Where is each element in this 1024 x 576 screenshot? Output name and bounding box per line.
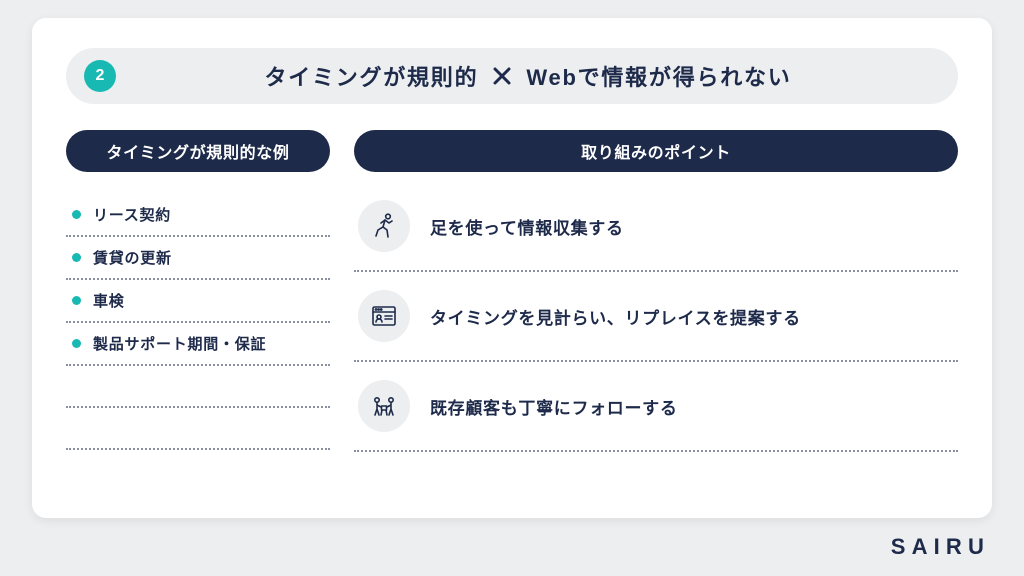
number-badge: 2 bbox=[84, 60, 116, 92]
left-header-pill: タイミングが規則的な例 bbox=[66, 130, 330, 172]
empty-row bbox=[66, 366, 330, 408]
empty-row bbox=[66, 408, 330, 450]
browser-window-icon bbox=[358, 290, 410, 342]
list-item: 既存顧客も丁寧にフォローする bbox=[354, 362, 958, 452]
list-item: 足を使って情報収集する bbox=[354, 194, 958, 272]
empty-rows bbox=[66, 366, 330, 450]
right-header-text: 取り組みのポイント bbox=[581, 139, 731, 163]
list-item: 車検 bbox=[66, 280, 330, 323]
list-item: リース契約 bbox=[66, 194, 330, 237]
bullet-icon bbox=[72, 339, 81, 348]
bullet-icon bbox=[72, 296, 81, 305]
title-bar: 2 タイミングが規則的 Webで情報が得られない bbox=[66, 48, 958, 104]
list-item-label: リース契約 bbox=[93, 204, 171, 225]
brand-text: SAIRU bbox=[891, 534, 990, 559]
list-item: 賃貸の更新 bbox=[66, 237, 330, 280]
left-header-text: タイミングが規則的な例 bbox=[106, 139, 289, 163]
running-person-icon bbox=[358, 200, 410, 252]
badge-number: 2 bbox=[96, 67, 105, 85]
point-label: タイミングを見計らい、リプレイスを提案する bbox=[430, 304, 801, 329]
list-item-label: 車検 bbox=[93, 290, 125, 311]
point-label: 既存顧客も丁寧にフォローする bbox=[430, 394, 678, 419]
cross-icon bbox=[492, 66, 512, 86]
slide-title: タイミングが規則的 Webで情報が得られない bbox=[116, 60, 940, 92]
content-columns: タイミングが規則的な例 リース契約 賃貸の更新 車検 製品サポート期間・保証 bbox=[66, 130, 958, 452]
point-list: 足を使って情報収集する bbox=[354, 194, 958, 452]
title-left: タイミングが規則的 bbox=[264, 60, 478, 92]
title-right: Webで情報が得られない bbox=[526, 60, 791, 92]
list-item-label: 製品サポート期間・保証 bbox=[93, 333, 266, 354]
bullet-icon bbox=[72, 253, 81, 262]
list-item: 製品サポート期間・保証 bbox=[66, 323, 330, 366]
slide-card: 2 タイミングが規則的 Webで情報が得られない タイミングが規則的な例 リース… bbox=[32, 18, 992, 518]
brand-logo: SAIRU bbox=[891, 534, 990, 560]
right-header-pill: 取り組みのポイント bbox=[354, 130, 958, 172]
left-column: タイミングが規則的な例 リース契約 賃貸の更新 車検 製品サポート期間・保証 bbox=[66, 130, 330, 452]
list-item: タイミングを見計らい、リプレイスを提案する bbox=[354, 272, 958, 362]
right-column: 取り組みのポイント 足を使って情報収集する bbox=[354, 130, 958, 452]
bullet-icon bbox=[72, 210, 81, 219]
list-item-label: 賃貸の更新 bbox=[93, 247, 172, 268]
point-label: 足を使って情報収集する bbox=[430, 214, 624, 239]
meeting-people-icon bbox=[358, 380, 410, 432]
example-list: リース契約 賃貸の更新 車検 製品サポート期間・保証 bbox=[66, 194, 330, 366]
